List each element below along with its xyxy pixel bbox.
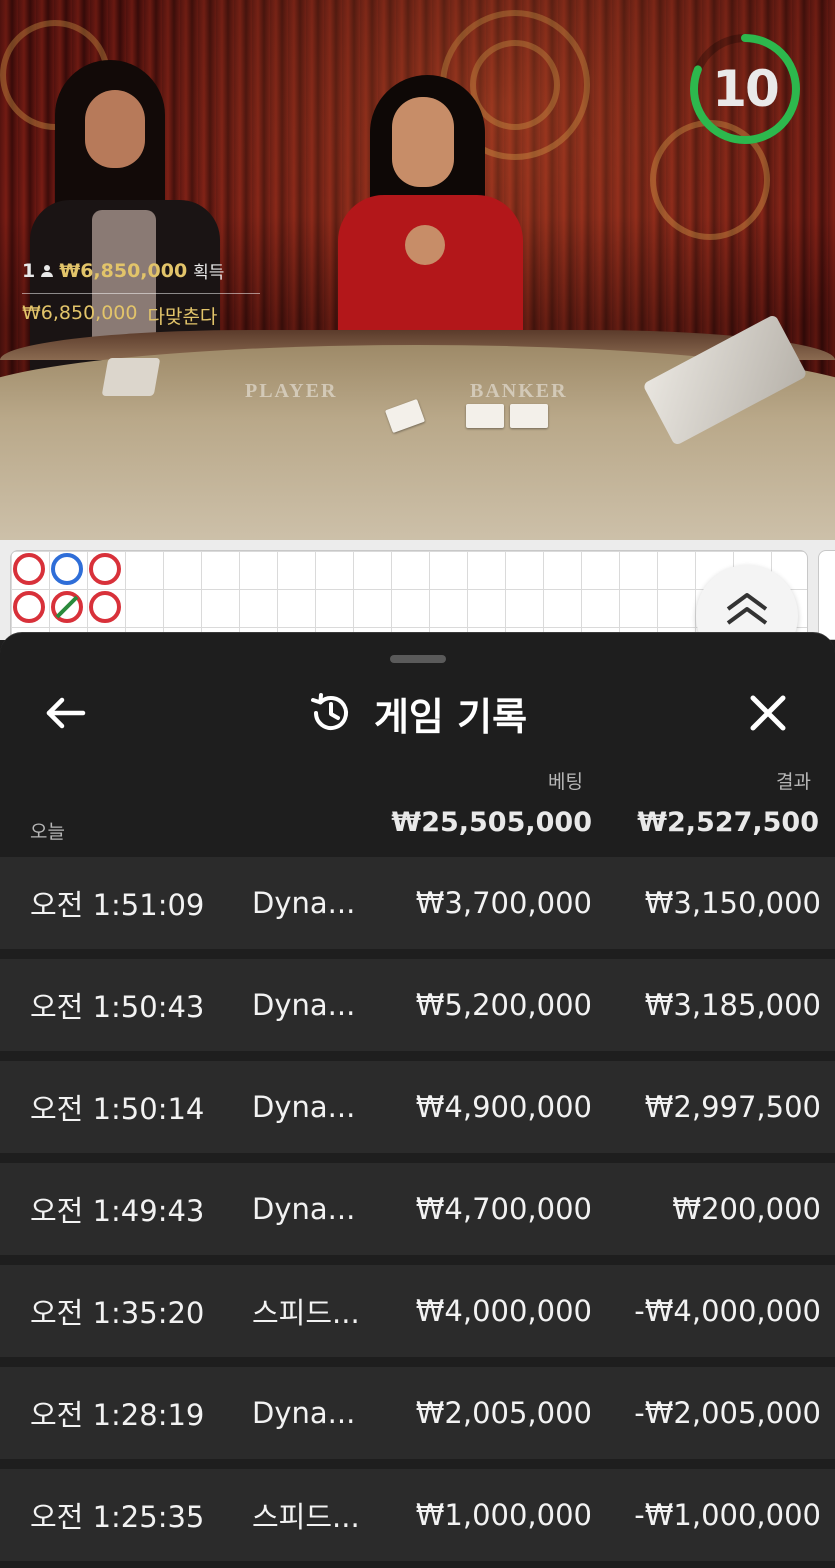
row-bet: ₩1,000,000 [415, 1498, 592, 1532]
row-bet: ₩4,000,000 [415, 1294, 592, 1328]
win-amount: ₩6,850,000 [59, 259, 188, 282]
bead-tie [51, 591, 83, 623]
person-icon [41, 264, 54, 277]
row-result: ₩200,000 [672, 1192, 821, 1226]
summary-period-label: 오늘 [30, 821, 65, 843]
row-time: 오전 1:28:19 [30, 1398, 205, 1432]
row-result: ₩2,997,500 [644, 1090, 821, 1124]
row-game: Dyna... [252, 1090, 356, 1124]
sheet-drag-handle[interactable] [390, 655, 446, 663]
row-time: 오전 1:49:43 [30, 1194, 205, 1228]
row-game: 스피드... [252, 1296, 360, 1330]
row-result: -₩4,000,000 [634, 1294, 821, 1328]
total-win-amount: ₩6,850,000 [22, 302, 138, 324]
row-bet: ₩4,700,000 [415, 1192, 592, 1226]
bead-banker [13, 553, 45, 585]
row-time: 오전 1:50:43 [30, 990, 205, 1024]
row-game: Dyna... [252, 1396, 356, 1430]
row-result: ₩3,150,000 [644, 886, 821, 920]
summary-today: 베팅 결과 오늘 ₩25,505,000 ₩2,527,500 [0, 759, 835, 854]
history-row[interactable]: 오전 1:35:20 스피드... ₩4,000,000 -₩4,000,000 [0, 1265, 835, 1357]
playing-card [510, 404, 548, 428]
row-game: Dyna... [252, 886, 356, 920]
history-list: 오전 1:51:09 Dyna... ₩3,700,000 ₩3,150,000… [0, 857, 835, 1568]
row-time: 오전 1:25:35 [30, 1500, 205, 1534]
bead-player [51, 553, 83, 585]
arrow-left-icon [46, 697, 86, 729]
row-result: -₩1,000,000 [634, 1498, 821, 1532]
table-label-banker: BANKER [470, 380, 568, 402]
row-bet: ₩2,005,000 [415, 1396, 592, 1430]
divider [22, 293, 260, 294]
secondary-road [818, 550, 835, 640]
column-header-result: 결과 [776, 771, 811, 793]
timer-value: 10 [712, 60, 780, 118]
row-game: Dyna... [252, 988, 356, 1022]
row-time: 오전 1:50:14 [30, 1092, 205, 1126]
history-row[interactable]: 오전 1:25:35 스피드... ₩1,000,000 -₩1,000,000 [0, 1469, 835, 1561]
close-button[interactable] [740, 689, 796, 737]
table-label-player: PLAYER [245, 380, 338, 402]
history-row[interactable]: 오전 1:28:19 Dyna... ₩2,005,000 -₩2,005,00… [0, 1367, 835, 1459]
history-icon [310, 693, 348, 730]
discard-tray [101, 358, 161, 396]
win-notice: 1 ₩6,850,000 획득 ₩6,850,000 다맞춘다 [22, 258, 260, 329]
row-bet: ₩4,900,000 [415, 1090, 592, 1124]
history-row[interactable]: 오전 1:50:14 Dyna... ₩4,900,000 ₩2,997,500 [0, 1061, 835, 1153]
row-result: -₩2,005,000 [634, 1396, 821, 1430]
row-game: 스피드... [252, 1500, 360, 1534]
bead-road-scoreboard[interactable] [10, 550, 808, 640]
total-win-label: 다맞춘다 [147, 306, 218, 328]
row-time: 오전 1:51:09 [30, 888, 205, 922]
sheet-title: 게임 기록 [373, 694, 528, 739]
double-chevron-up-icon [726, 593, 768, 625]
row-result: ₩3,185,000 [644, 988, 821, 1022]
winner-count: 1 [22, 259, 36, 282]
total-bet: ₩25,505,000 [391, 807, 592, 838]
column-header-bet: 베팅 [548, 771, 583, 793]
sheet-header: 게임 기록 [0, 681, 835, 745]
history-row[interactable]: 오전 1:51:09 Dyna... ₩3,700,000 ₩3,150,000 [0, 857, 835, 949]
bead-banker [13, 591, 45, 623]
close-icon [750, 695, 786, 731]
live-video-stream[interactable]: PLAYER BANKER 1 ₩6,850,000 획득 ₩6,850,000… [0, 0, 835, 540]
history-row[interactable]: 오전 1:49:43 Dyna... ₩4,700,000 ₩200,000 [0, 1163, 835, 1255]
game-history-sheet: 게임 기록 베팅 결과 오늘 ₩25,505,000 ₩2,527,500 오전… [0, 632, 835, 1568]
playing-card [466, 404, 504, 428]
history-row[interactable]: 오전 1:50:43 Dyna... ₩5,200,000 ₩3,185,000 [0, 959, 835, 1051]
bead-banker [89, 591, 121, 623]
win-amount-label: 획득 [193, 263, 225, 283]
total-result: ₩2,527,500 [637, 807, 819, 838]
bead-banker [89, 553, 121, 585]
row-bet: ₩5,200,000 [415, 988, 592, 1022]
back-button[interactable] [38, 689, 94, 737]
countdown-timer: 10 [688, 32, 802, 146]
row-game: Dyna... [252, 1192, 356, 1226]
row-time: 오전 1:35:20 [30, 1296, 205, 1330]
row-bet: ₩3,700,000 [415, 886, 592, 920]
